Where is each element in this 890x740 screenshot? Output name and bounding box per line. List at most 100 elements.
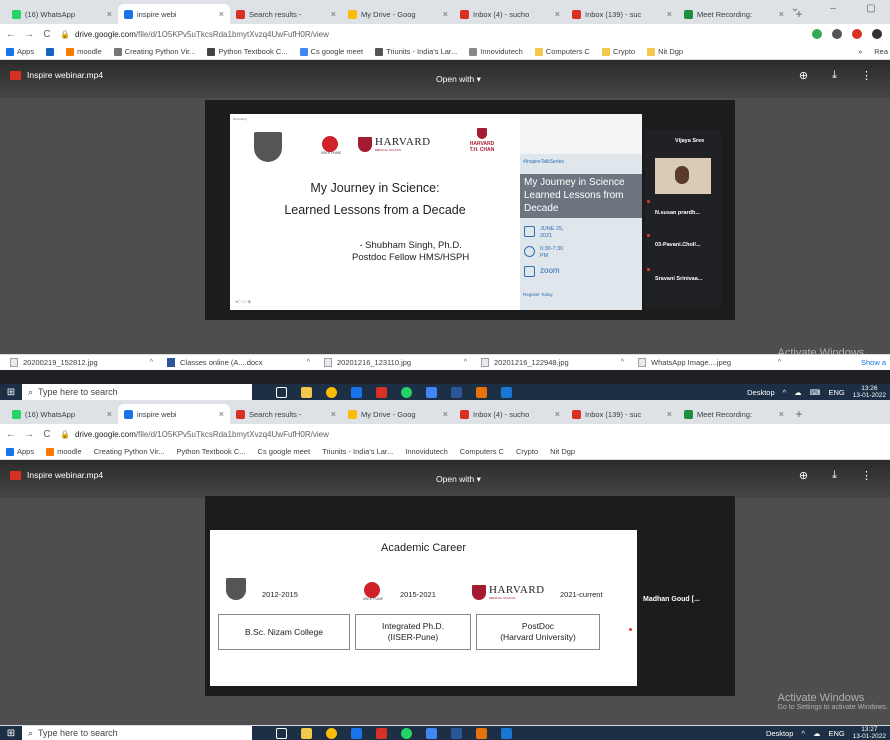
bookmark[interactable]: Creating Python Vir... <box>94 447 165 456</box>
tab[interactable]: (16) WhatsApp × <box>6 4 118 24</box>
more-icon[interactable]: ⋮ <box>861 469 872 482</box>
bookmark[interactable]: Triunits - India's Lar... <box>375 47 457 56</box>
bookmark[interactable]: Crypto <box>601 47 635 56</box>
file-explorer-icon[interactable] <box>301 386 312 398</box>
close-icon[interactable]: × <box>107 9 112 19</box>
close-icon[interactable]: × <box>779 409 784 419</box>
pdf-icon[interactable] <box>376 386 387 398</box>
extension-icon[interactable] <box>852 29 862 39</box>
download-item[interactable]: 20201216_123110.jpg^ <box>324 358 481 367</box>
pdf-icon[interactable] <box>376 727 387 739</box>
windows-start-icon[interactable]: ⊞ <box>0 726 22 740</box>
maximize-icon[interactable]: ▢ <box>852 0 890 18</box>
bookmark-apps[interactable]: Apps <box>6 447 34 456</box>
reading-list[interactable]: Rea <box>874 47 890 56</box>
reload-icon[interactable]: C <box>42 29 52 40</box>
close-icon[interactable]: × <box>107 409 112 419</box>
tab[interactable]: My Drive - Goog × <box>342 404 454 424</box>
windows-start-icon[interactable]: ⊞ <box>0 384 22 400</box>
chevron-up-icon[interactable]: ^ <box>307 359 310 366</box>
bookmark-apps[interactable]: Apps <box>6 47 34 56</box>
chevron-down-icon[interactable]: ⌄ <box>776 0 814 18</box>
tab[interactable]: Inbox (139) - suc × <box>566 4 678 24</box>
keyboard-icon[interactable]: ⌨ <box>810 388 821 397</box>
close-icon[interactable]: × <box>667 9 672 19</box>
minimize-icon[interactable]: – <box>814 0 852 18</box>
chevron-up-icon[interactable]: ^ <box>150 359 153 366</box>
show-all-link[interactable]: Show a <box>861 358 890 367</box>
clock[interactable]: 13:27 13-01-2022 <box>853 726 886 740</box>
tab[interactable]: Inbox (139) - suc × <box>566 404 678 424</box>
bookmark[interactable]: Innovidutech <box>405 447 448 456</box>
video-frame[interactable]: Academic Career 2012-2015 IISER PUNE 201… <box>205 496 735 696</box>
desktop-toolbar[interactable]: Desktop <box>747 388 775 397</box>
app-icon[interactable] <box>426 727 437 739</box>
bookmark[interactable] <box>46 47 55 56</box>
puzzle-icon[interactable] <box>872 29 882 39</box>
bookmark[interactable]: Computers C <box>460 447 504 456</box>
cloud-icon[interactable]: ☁ <box>794 388 802 397</box>
close-icon[interactable]: × <box>331 409 336 419</box>
extension-icon[interactable] <box>812 29 822 39</box>
bookmark[interactable]: Innovidutech <box>469 47 523 56</box>
tab-active[interactable]: inspire webi × <box>118 404 230 424</box>
add-to-drive-icon[interactable]: ⊕ <box>799 469 808 482</box>
chrome-icon[interactable] <box>326 386 337 398</box>
tab[interactable]: Inbox (4) - sucho × <box>454 404 566 424</box>
forward-icon[interactable]: → <box>24 29 34 40</box>
reload-icon[interactable]: C <box>42 429 52 440</box>
download-icon[interactable]: ⤓ <box>832 69 837 82</box>
whatsapp-icon[interactable] <box>401 386 412 398</box>
close-icon[interactable]: × <box>331 9 336 19</box>
file-explorer-icon[interactable] <box>301 727 312 739</box>
desktop-toolbar[interactable]: Desktop <box>766 729 794 738</box>
app-icon[interactable] <box>476 386 487 398</box>
bookmark[interactable]: Cs google meet <box>258 447 311 456</box>
task-view-icon[interactable] <box>276 386 287 398</box>
taskbar-search[interactable]: ⌕ Type here to search <box>22 384 252 400</box>
close-icon[interactable]: × <box>443 409 448 419</box>
bookmark[interactable]: Python Textbook C... <box>176 447 245 456</box>
open-with-button[interactable]: Open with ▾ <box>430 71 487 88</box>
bookmark[interactable]: Nit Dgp <box>550 447 575 456</box>
chrome-icon[interactable] <box>326 727 337 739</box>
url-field[interactable]: 🔒 drive.google.com/file/d/1O5KPv5uTkcsRda… <box>60 30 804 39</box>
download-item[interactable]: Classes online (A....docx^ <box>167 358 324 367</box>
tab[interactable]: Inbox (4) - sucho × <box>454 4 566 24</box>
bookmark[interactable]: Nit Dgp <box>647 47 683 56</box>
taskbar-search[interactable]: ⌕ Type here to search <box>22 726 252 740</box>
download-item[interactable]: 20200219_152812.jpg^ <box>10 358 167 367</box>
bookmarks-more[interactable]: » <box>858 47 862 56</box>
cloud-icon[interactable]: ☁ <box>813 729 821 738</box>
tab-active[interactable]: inspire webi × <box>118 4 230 24</box>
more-icon[interactable]: ⋮ <box>861 69 872 82</box>
bookmark[interactable]: Triunits - India's Lar... <box>322 447 393 456</box>
tab[interactable]: My Drive - Goog × <box>342 4 454 24</box>
back-icon[interactable]: ← <box>6 429 16 440</box>
close-icon[interactable]: × <box>219 9 224 19</box>
bookmark[interactable]: Crypto <box>516 447 538 456</box>
bookmark[interactable]: Computers C <box>534 47 590 56</box>
word-icon[interactable] <box>451 727 462 739</box>
tab[interactable]: Search results - × <box>230 404 342 424</box>
chevron-up-icon[interactable]: ^ <box>621 359 624 366</box>
close-icon[interactable]: × <box>219 409 224 419</box>
tab[interactable]: Search results - × <box>230 4 342 24</box>
chevron-up-icon[interactable]: ^ <box>783 388 787 397</box>
word-icon[interactable] <box>451 386 462 398</box>
download-item[interactable]: WhatsApp Image....jpeg^ <box>638 358 795 367</box>
chevron-up-icon[interactable]: ^ <box>778 359 781 366</box>
tab[interactable]: (16) WhatsApp × <box>6 404 118 424</box>
back-icon[interactable]: ← <box>6 29 16 40</box>
download-item[interactable]: 20201216_122948.jpg^ <box>481 358 638 367</box>
bookmark[interactable]: moodle <box>46 447 82 456</box>
bookmark[interactable]: Cs google meet <box>299 47 363 56</box>
close-icon[interactable]: × <box>667 409 672 419</box>
tab[interactable]: Meet Recording: × <box>678 4 790 24</box>
photos-icon[interactable] <box>501 386 512 398</box>
app-icon[interactable] <box>351 386 362 398</box>
app-icon[interactable] <box>476 727 487 739</box>
extension-icon[interactable] <box>832 29 842 39</box>
open-with-button[interactable]: Open with ▾ <box>430 471 487 488</box>
url-field[interactable]: 🔒 drive.google.com/file/d/1O5KPv5uTkcsRda… <box>60 430 890 439</box>
